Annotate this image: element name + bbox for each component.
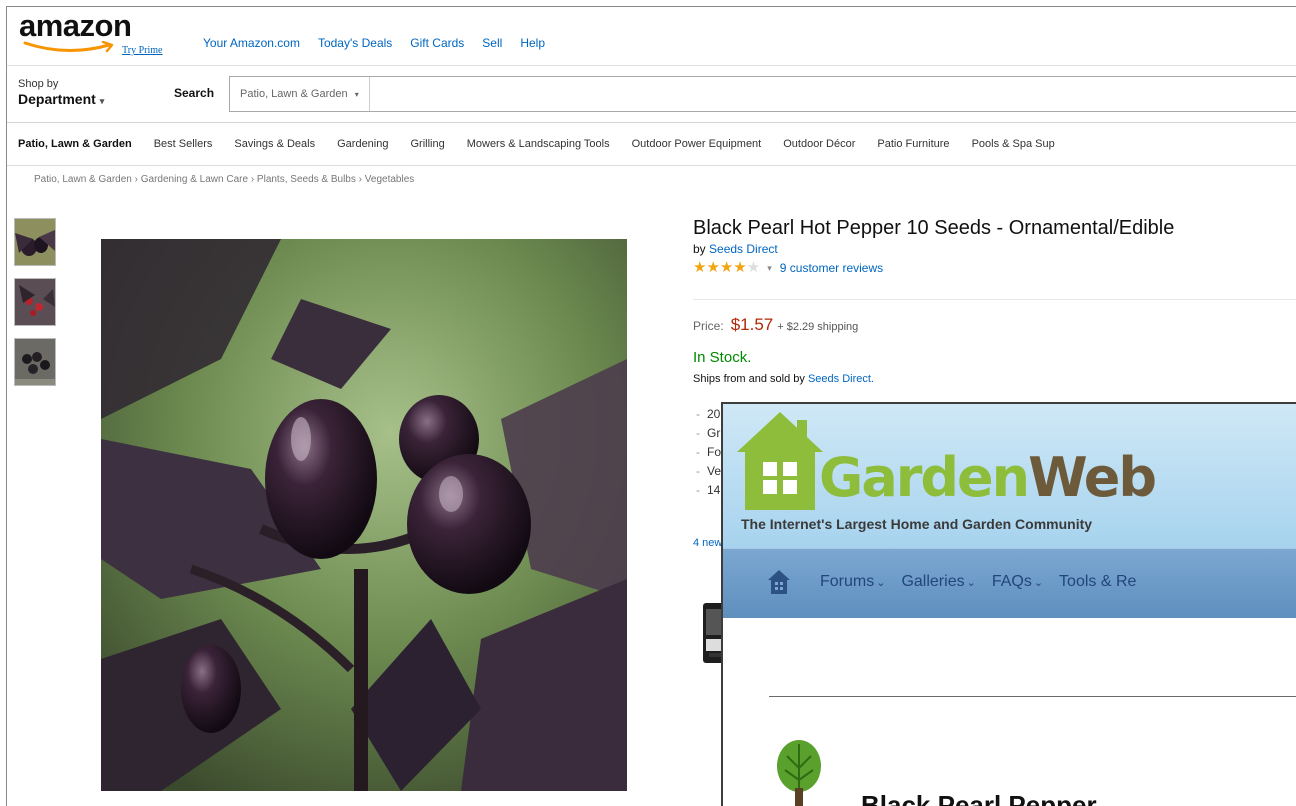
search-row: Shop by Department ▾ Search Patio, Lawn … (7, 65, 1296, 123)
chevron-down-icon: ⌄ (966, 577, 976, 589)
price-line: Price: $1.57 + $2.29 shipping (693, 315, 858, 335)
category-subnav: Patio, Lawn & Garden Best Sellers Saving… (7, 124, 1296, 166)
breadcrumb: Patio, Lawn & Garden › Gardening & Lawn … (34, 174, 414, 185)
subnav-savings-deals[interactable]: Savings & Deals (234, 138, 315, 150)
nav-tools[interactable]: Tools & Re (1059, 573, 1136, 591)
shop-by-label: Shop by (18, 78, 59, 90)
feature-bullets: -20 - Gr - Fo - Ve -14 (696, 405, 721, 500)
subnav-mowers[interactable]: Mowers & Landscaping Tools (467, 138, 610, 150)
ships-text: Ships from and sold by (693, 373, 805, 385)
amazon-header: amazon Try Prime Your Amazon.com Today's… (7, 7, 1296, 65)
subnav-grilling[interactable]: Grilling (410, 138, 444, 150)
subnav-outdoor-decor[interactable]: Outdoor Décor (783, 138, 855, 150)
breadcrumb-item[interactable]: Vegetables (365, 174, 415, 185)
department-label: Department (18, 91, 96, 107)
gardenweb-nav: Forums ⌄ Galleries ⌄ FAQs ⌄ Tools & Re (723, 548, 1296, 618)
breadcrumb-item[interactable]: Patio, Lawn & Garden (34, 174, 132, 185)
divider (693, 299, 1296, 300)
gardenweb-window: GardenWeb The Internet's Largest Home an… (721, 402, 1296, 806)
try-prime-link[interactable]: Try Prime (122, 45, 162, 56)
caret-down-icon: ▾ (99, 96, 105, 106)
top-links: Your Amazon.com Today's Deals Gift Cards… (203, 36, 563, 50)
nav-faqs[interactable]: FAQs ⌄ (992, 573, 1043, 591)
rating-row: ★★★★★ ▾ 9 customer reviews (693, 259, 1296, 277)
list-item: - Fo (696, 445, 722, 459)
stock-status: In Stock. (693, 349, 752, 366)
home-icon[interactable] (767, 569, 791, 595)
caret-down-icon: ▾ (354, 90, 359, 99)
product-byline: by Seeds Direct (693, 241, 1296, 257)
byline-prefix: by (693, 242, 706, 256)
product-main-image[interactable] (101, 239, 627, 791)
ships-from: Ships from and sold by Seeds Direct. (693, 373, 874, 385)
chevron-down-icon: ⌄ (876, 577, 886, 589)
amazon-logo-text: amazon (19, 8, 132, 43)
sell-link[interactable]: Sell (482, 36, 502, 50)
image-thumbnails (14, 218, 56, 398)
divider (769, 696, 1296, 697)
list-item: - Ve (696, 464, 722, 478)
shipping-cost: + $2.29 shipping (777, 321, 859, 333)
thumbnail-3[interactable] (14, 338, 56, 386)
product-title: Black Pearl Hot Pepper 10 Seeds - Orname… (693, 217, 1175, 239)
breadcrumb-item[interactable]: Gardening & Lawn Care (141, 174, 248, 185)
nav-forums[interactable]: Forums ⌄ (820, 573, 885, 591)
search-scope-value: Patio, Lawn & Garden (240, 88, 348, 100)
amazon-logo[interactable]: amazon Try Prime (19, 8, 162, 63)
nav-galleries[interactable]: Galleries ⌄ (901, 573, 975, 591)
amazon-smile-icon (23, 41, 114, 53)
customer-reviews-link[interactable]: 9 customer reviews (780, 261, 883, 275)
gift-cards-link[interactable]: Gift Cards (410, 36, 464, 50)
list-item: - Gr (696, 426, 721, 440)
seller-link[interactable]: Seeds Direct (709, 242, 778, 256)
chevron-down-icon[interactable]: ▾ (767, 263, 772, 274)
subnav-patio-lawn-garden[interactable]: Patio, Lawn & Garden (18, 138, 132, 150)
price-value: $1.57 (730, 315, 774, 334)
your-amazon-link[interactable]: Your Amazon.com (203, 36, 300, 50)
gardenweb-tagline: The Internet's Largest Home and Garden C… (741, 516, 1093, 532)
thumbnail-1[interactable] (14, 218, 56, 266)
search-label: Search (174, 86, 215, 100)
page-title: Black Pearl Pepper (861, 790, 1097, 806)
gardenweb-logo-text[interactable]: GardenWeb (819, 448, 1157, 508)
list-item: -14 (696, 483, 721, 497)
star-rating-icon[interactable]: ★★★★★ (693, 260, 760, 276)
new-offers-link[interactable]: 4 new (693, 537, 722, 549)
breadcrumb-item[interactable]: Plants, Seeds & Bulbs (257, 174, 356, 185)
subnav-best-sellers[interactable]: Best Sellers (154, 138, 213, 150)
subnav-gardening[interactable]: Gardening (337, 138, 388, 150)
search-input[interactable]: Patio, Lawn & Garden ▾ (229, 76, 1296, 112)
chevron-down-icon: ⌄ (1033, 577, 1044, 589)
product-info: Black Pearl Hot Pepper 10 Seeds - Orname… (693, 215, 1296, 663)
gardenweb-header: GardenWeb The Internet's Largest Home an… (723, 404, 1296, 548)
house-logo-icon (737, 412, 823, 510)
list-item: -20 (696, 407, 721, 421)
subnav-patio-furniture[interactable]: Patio Furniture (877, 138, 949, 150)
todays-deals-link[interactable]: Today's Deals (318, 36, 392, 50)
search-scope-dropdown[interactable]: Patio, Lawn & Garden ▾ (230, 77, 370, 111)
shop-by-department-button[interactable]: Shop by Department ▾ (18, 78, 104, 110)
ships-seller-link[interactable]: Seeds Direct. (808, 373, 874, 385)
help-link[interactable]: Help (520, 36, 545, 50)
price-label: Price: (693, 319, 724, 333)
subnav-outdoor-power[interactable]: Outdoor Power Equipment (632, 138, 762, 150)
subnav-pools-spa[interactable]: Pools & Spa Sup (972, 138, 1055, 150)
tree-icon (777, 740, 821, 806)
thumbnail-2[interactable] (14, 278, 56, 326)
